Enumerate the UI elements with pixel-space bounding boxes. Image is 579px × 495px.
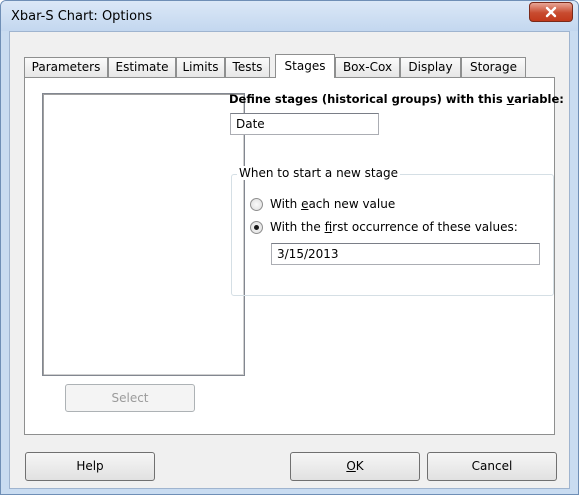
- select-button[interactable]: Select: [65, 384, 195, 412]
- radio-first-occurrence-label: With the first occurrence of these value…: [270, 220, 518, 234]
- close-button[interactable]: [529, 2, 573, 22]
- define-stages-field[interactable]: [230, 113, 379, 135]
- stages-tab-panel: Select Define stages (historical groups)…: [24, 77, 564, 435]
- dialog-client-area: Parameters Estimate Limits Tests Stages …: [9, 31, 570, 489]
- occurrence-values-field[interactable]: [271, 243, 540, 265]
- variable-list[interactable]: [42, 93, 245, 376]
- define-stages-label: Define stages (historical groups) with t…: [229, 92, 564, 106]
- radio-first-occurrence-indicator[interactable]: [250, 220, 263, 234]
- help-button[interactable]: Help: [25, 452, 155, 481]
- tab-tests[interactable]: Tests: [225, 57, 270, 77]
- dialog-window: Xbar-S Chart: Options Parameters Estimat…: [0, 0, 579, 495]
- radio-first-occurrence[interactable]: With the first occurrence of these value…: [250, 220, 518, 234]
- cancel-button[interactable]: Cancel: [427, 452, 557, 481]
- tab-stages[interactable]: Stages: [275, 54, 335, 78]
- tab-limits[interactable]: Limits: [176, 57, 225, 77]
- tab-box-cox[interactable]: Box-Cox: [335, 57, 400, 77]
- tab-parameters[interactable]: Parameters: [24, 57, 108, 77]
- tab-storage[interactable]: Storage: [461, 57, 526, 77]
- tab-display[interactable]: Display: [400, 57, 461, 77]
- title-bar[interactable]: Xbar-S Chart: Options: [1, 1, 578, 31]
- new-stage-group-title: When to start a new stage: [237, 166, 400, 180]
- window-title: Xbar-S Chart: Options: [11, 9, 153, 24]
- radio-each-new-value-label: With each new value: [270, 197, 396, 211]
- radio-each-new-value[interactable]: With each new value: [250, 197, 395, 211]
- new-stage-groupbox: [231, 174, 554, 296]
- tab-estimate[interactable]: Estimate: [108, 57, 176, 77]
- ok-button[interactable]: OK: [290, 452, 420, 481]
- radio-each-new-value-indicator[interactable]: [250, 197, 263, 211]
- close-icon: [545, 6, 557, 18]
